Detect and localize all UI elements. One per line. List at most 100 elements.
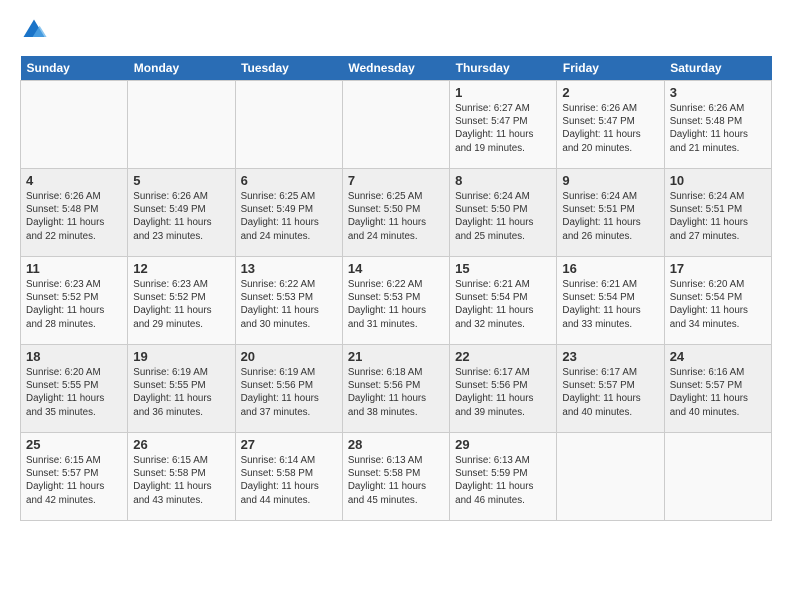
weekday-header-friday: Friday [557,56,664,81]
calendar-cell: 4 Sunrise: 6:26 AM Sunset: 5:48 PM Daylig… [21,169,128,257]
calendar-cell: 22 Sunrise: 6:17 AM Sunset: 5:56 PM Dayli… [450,345,557,433]
calendar-cell [21,81,128,169]
calendar-cell: 28 Sunrise: 6:13 AM Sunset: 5:58 PM Dayli… [342,433,449,521]
calendar-cell: 20 Sunrise: 6:19 AM Sunset: 5:56 PM Dayli… [235,345,342,433]
calendar-cell [342,81,449,169]
day-number: 10 [670,173,766,188]
day-info: Sunrise: 6:19 AM Sunset: 5:55 PM Dayligh… [133,366,229,419]
day-number: 22 [455,349,551,364]
weekday-header-sunday: Sunday [21,56,128,81]
calendar-cell: 25 Sunrise: 6:15 AM Sunset: 5:57 PM Dayli… [21,433,128,521]
day-number: 2 [562,85,658,100]
page-header [20,16,772,44]
calendar-body: 1 Sunrise: 6:27 AM Sunset: 5:47 PM Daylig… [21,81,772,521]
day-info: Sunrise: 6:24 AM Sunset: 5:51 PM Dayligh… [562,190,658,243]
day-info: Sunrise: 6:17 AM Sunset: 5:56 PM Dayligh… [455,366,551,419]
day-number: 26 [133,437,229,452]
calendar-cell: 16 Sunrise: 6:21 AM Sunset: 5:54 PM Dayli… [557,257,664,345]
day-info: Sunrise: 6:26 AM Sunset: 5:49 PM Dayligh… [133,190,229,243]
day-info: Sunrise: 6:26 AM Sunset: 5:48 PM Dayligh… [670,102,766,155]
day-info: Sunrise: 6:22 AM Sunset: 5:53 PM Dayligh… [348,278,444,331]
day-number: 5 [133,173,229,188]
day-number: 28 [348,437,444,452]
weekday-header-thursday: Thursday [450,56,557,81]
calendar-cell: 7 Sunrise: 6:25 AM Sunset: 5:50 PM Daylig… [342,169,449,257]
day-number: 7 [348,173,444,188]
day-info: Sunrise: 6:27 AM Sunset: 5:47 PM Dayligh… [455,102,551,155]
calendar-cell: 15 Sunrise: 6:21 AM Sunset: 5:54 PM Dayli… [450,257,557,345]
day-info: Sunrise: 6:24 AM Sunset: 5:50 PM Dayligh… [455,190,551,243]
day-info: Sunrise: 6:20 AM Sunset: 5:55 PM Dayligh… [26,366,122,419]
day-info: Sunrise: 6:25 AM Sunset: 5:49 PM Dayligh… [241,190,337,243]
calendar-cell: 19 Sunrise: 6:19 AM Sunset: 5:55 PM Dayli… [128,345,235,433]
day-info: Sunrise: 6:13 AM Sunset: 5:58 PM Dayligh… [348,454,444,507]
day-number: 1 [455,85,551,100]
day-number: 14 [348,261,444,276]
calendar-cell: 13Sunrise: 6:22 AM Sunset: 5:53 PM Dayli… [235,257,342,345]
calendar-cell: 18 Sunrise: 6:20 AM Sunset: 5:55 PM Dayli… [21,345,128,433]
day-number: 6 [241,173,337,188]
calendar-cell [664,433,771,521]
calendar-cell: 9Sunrise: 6:24 AM Sunset: 5:51 PM Daylig… [557,169,664,257]
day-number: 8 [455,173,551,188]
calendar-cell: 2Sunrise: 6:26 AM Sunset: 5:47 PM Daylig… [557,81,664,169]
day-number: 29 [455,437,551,452]
calendar-cell [235,81,342,169]
day-number: 25 [26,437,122,452]
weekday-header-saturday: Saturday [664,56,771,81]
logo [20,16,52,44]
calendar-cell: 8 Sunrise: 6:24 AM Sunset: 5:50 PM Daylig… [450,169,557,257]
day-number: 19 [133,349,229,364]
day-info: Sunrise: 6:25 AM Sunset: 5:50 PM Dayligh… [348,190,444,243]
day-number: 23 [562,349,658,364]
day-info: Sunrise: 6:15 AM Sunset: 5:57 PM Dayligh… [26,454,122,507]
calendar-cell [128,81,235,169]
day-number: 27 [241,437,337,452]
day-number: 24 [670,349,766,364]
calendar-cell: 5 Sunrise: 6:26 AM Sunset: 5:49 PM Daylig… [128,169,235,257]
day-number: 3 [670,85,766,100]
day-info: Sunrise: 6:17 AM Sunset: 5:57 PM Dayligh… [562,366,658,419]
day-number: 4 [26,173,122,188]
weekday-header-wednesday: Wednesday [342,56,449,81]
calendar-week-1: 1 Sunrise: 6:27 AM Sunset: 5:47 PM Daylig… [21,81,772,169]
calendar-cell: 21Sunrise: 6:18 AM Sunset: 5:56 PM Dayli… [342,345,449,433]
calendar-cell: 24 Sunrise: 6:16 AM Sunset: 5:57 PM Dayli… [664,345,771,433]
calendar-cell [557,433,664,521]
calendar-cell: 6 Sunrise: 6:25 AM Sunset: 5:49 PM Daylig… [235,169,342,257]
day-info: Sunrise: 6:14 AM Sunset: 5:58 PM Dayligh… [241,454,337,507]
day-info: Sunrise: 6:21 AM Sunset: 5:54 PM Dayligh… [562,278,658,331]
day-number: 21 [348,349,444,364]
calendar-week-4: 18 Sunrise: 6:20 AM Sunset: 5:55 PM Dayli… [21,345,772,433]
day-info: Sunrise: 6:21 AM Sunset: 5:54 PM Dayligh… [455,278,551,331]
day-info: Sunrise: 6:24 AM Sunset: 5:51 PM Dayligh… [670,190,766,243]
calendar-week-3: 11Sunrise: 6:23 AM Sunset: 5:52 PM Dayli… [21,257,772,345]
day-info: Sunrise: 6:19 AM Sunset: 5:56 PM Dayligh… [241,366,337,419]
weekday-header-tuesday: Tuesday [235,56,342,81]
day-info: Sunrise: 6:15 AM Sunset: 5:58 PM Dayligh… [133,454,229,507]
calendar-cell: 1 Sunrise: 6:27 AM Sunset: 5:47 PM Daylig… [450,81,557,169]
day-number: 18 [26,349,122,364]
day-info: Sunrise: 6:26 AM Sunset: 5:48 PM Dayligh… [26,190,122,243]
calendar-table: SundayMondayTuesdayWednesdayThursdayFrid… [20,56,772,521]
day-number: 15 [455,261,551,276]
day-number: 20 [241,349,337,364]
calendar-week-2: 4 Sunrise: 6:26 AM Sunset: 5:48 PM Daylig… [21,169,772,257]
day-info: Sunrise: 6:16 AM Sunset: 5:57 PM Dayligh… [670,366,766,419]
calendar-cell: 10 Sunrise: 6:24 AM Sunset: 5:51 PM Dayli… [664,169,771,257]
calendar-cell: 11Sunrise: 6:23 AM Sunset: 5:52 PM Dayli… [21,257,128,345]
logo-icon [20,16,48,44]
calendar-cell: 14 Sunrise: 6:22 AM Sunset: 5:53 PM Dayli… [342,257,449,345]
calendar-header: SundayMondayTuesdayWednesdayThursdayFrid… [21,56,772,81]
weekday-header-row: SundayMondayTuesdayWednesdayThursdayFrid… [21,56,772,81]
day-info: Sunrise: 6:13 AM Sunset: 5:59 PM Dayligh… [455,454,551,507]
calendar-cell: 17 Sunrise: 6:20 AM Sunset: 5:54 PM Dayli… [664,257,771,345]
day-number: 16 [562,261,658,276]
weekday-header-monday: Monday [128,56,235,81]
calendar-cell: 12Sunrise: 6:23 AM Sunset: 5:52 PM Dayli… [128,257,235,345]
day-number: 11 [26,261,122,276]
day-info: Sunrise: 6:22 AM Sunset: 5:53 PM Dayligh… [241,278,337,331]
day-number: 17 [670,261,766,276]
day-info: Sunrise: 6:20 AM Sunset: 5:54 PM Dayligh… [670,278,766,331]
calendar-cell: 26 Sunrise: 6:15 AM Sunset: 5:58 PM Dayli… [128,433,235,521]
